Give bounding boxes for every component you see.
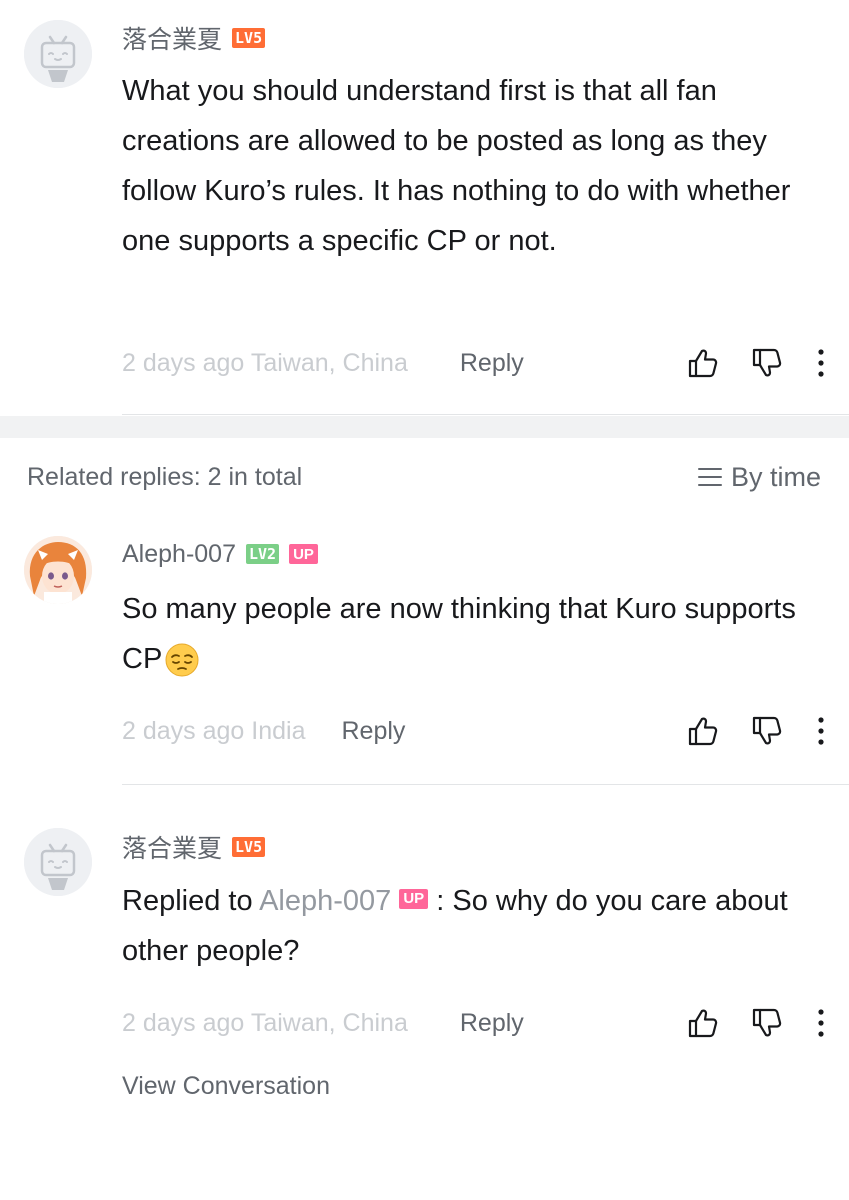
divider bbox=[122, 414, 849, 415]
more-vertical-icon[interactable] bbox=[817, 348, 825, 378]
reply-actions bbox=[687, 1003, 825, 1043]
time-text: 2 days ago bbox=[122, 716, 245, 745]
view-conversation-link[interactable]: View Conversation bbox=[122, 1072, 330, 1101]
reply-text: So many people are now thinking that Kur… bbox=[122, 584, 822, 684]
sort-button[interactable]: By time bbox=[697, 462, 821, 493]
reply-time: 2 days ago Taiwan, China bbox=[122, 1009, 408, 1038]
username[interactable]: 落合業夏 bbox=[122, 20, 222, 56]
reply-header: Aleph-007 LV2 UP bbox=[122, 536, 318, 572]
location-text: Taiwan, China bbox=[250, 1008, 408, 1037]
list-sort-icon bbox=[697, 468, 722, 486]
comment-header: 落合業夏 LV5 bbox=[122, 20, 266, 56]
related-replies-count: Related replies: 2 in total bbox=[27, 462, 303, 491]
anime-avatar-icon bbox=[24, 536, 92, 604]
reply-prefix: Replied to bbox=[122, 885, 253, 917]
divider bbox=[122, 784, 849, 785]
comment-time: 2 days ago Taiwan, China bbox=[122, 349, 408, 378]
pensive-face-emoji bbox=[165, 643, 199, 677]
thumbs-down-icon[interactable] bbox=[751, 715, 783, 747]
related-replies-bar: Related replies: 2 in total By time bbox=[0, 456, 849, 498]
username[interactable]: 落合業夏 bbox=[122, 829, 222, 865]
comment-meta: 2 days ago Taiwan, China Reply bbox=[122, 343, 825, 383]
time-text: 2 days ago bbox=[122, 1008, 245, 1037]
reply-meta: 2 days ago Taiwan, China Reply bbox=[122, 1003, 825, 1043]
reply-button[interactable]: Reply bbox=[342, 717, 406, 746]
thumbs-down-icon[interactable] bbox=[751, 1007, 783, 1039]
avatar[interactable] bbox=[24, 828, 92, 896]
thumbs-down-icon[interactable] bbox=[751, 347, 783, 379]
level-badge: LV5 bbox=[232, 837, 266, 857]
avatar[interactable] bbox=[24, 536, 92, 604]
sort-label: By time bbox=[730, 461, 821, 492]
more-vertical-icon[interactable] bbox=[817, 716, 825, 746]
level-badge: LV5 bbox=[232, 28, 266, 48]
up-badge: UP bbox=[399, 889, 429, 910]
section-separator bbox=[0, 416, 849, 438]
reply-button[interactable]: Reply bbox=[460, 1009, 524, 1038]
reply-meta: 2 days ago India Reply bbox=[122, 711, 825, 751]
up-badge: UP bbox=[289, 544, 318, 564]
location-text: India bbox=[251, 716, 306, 745]
mention-link[interactable]: Aleph-007 bbox=[259, 885, 391, 917]
more-vertical-icon[interactable] bbox=[817, 1008, 825, 1038]
reply-button[interactable]: Reply bbox=[460, 349, 524, 378]
reply-text: Replied to Aleph-007 UP : So why do you … bbox=[122, 876, 822, 976]
avatar[interactable] bbox=[24, 20, 92, 88]
reply-actions bbox=[687, 711, 825, 751]
level-badge: LV2 bbox=[245, 544, 280, 564]
username[interactable]: Aleph-007 bbox=[122, 540, 236, 569]
location-text: Taiwan, China bbox=[250, 348, 408, 377]
reply-text-content: So many people are now thinking that Kur… bbox=[122, 593, 796, 675]
thumbs-up-icon[interactable] bbox=[687, 715, 719, 747]
time-text: 2 days ago bbox=[122, 348, 245, 377]
comment-text: What you should understand first is that… bbox=[122, 75, 791, 257]
comment-actions bbox=[687, 343, 825, 383]
default-avatar-icon bbox=[24, 828, 92, 896]
reply-time: 2 days ago India bbox=[122, 717, 306, 746]
thumbs-up-icon[interactable] bbox=[687, 347, 719, 379]
default-avatar-icon bbox=[24, 20, 92, 88]
comment-thread: 落合業夏 LV5 What you should understand firs… bbox=[0, 0, 849, 1200]
reply-header: 落合業夏 LV5 bbox=[122, 829, 266, 865]
thumbs-up-icon[interactable] bbox=[687, 1007, 719, 1039]
